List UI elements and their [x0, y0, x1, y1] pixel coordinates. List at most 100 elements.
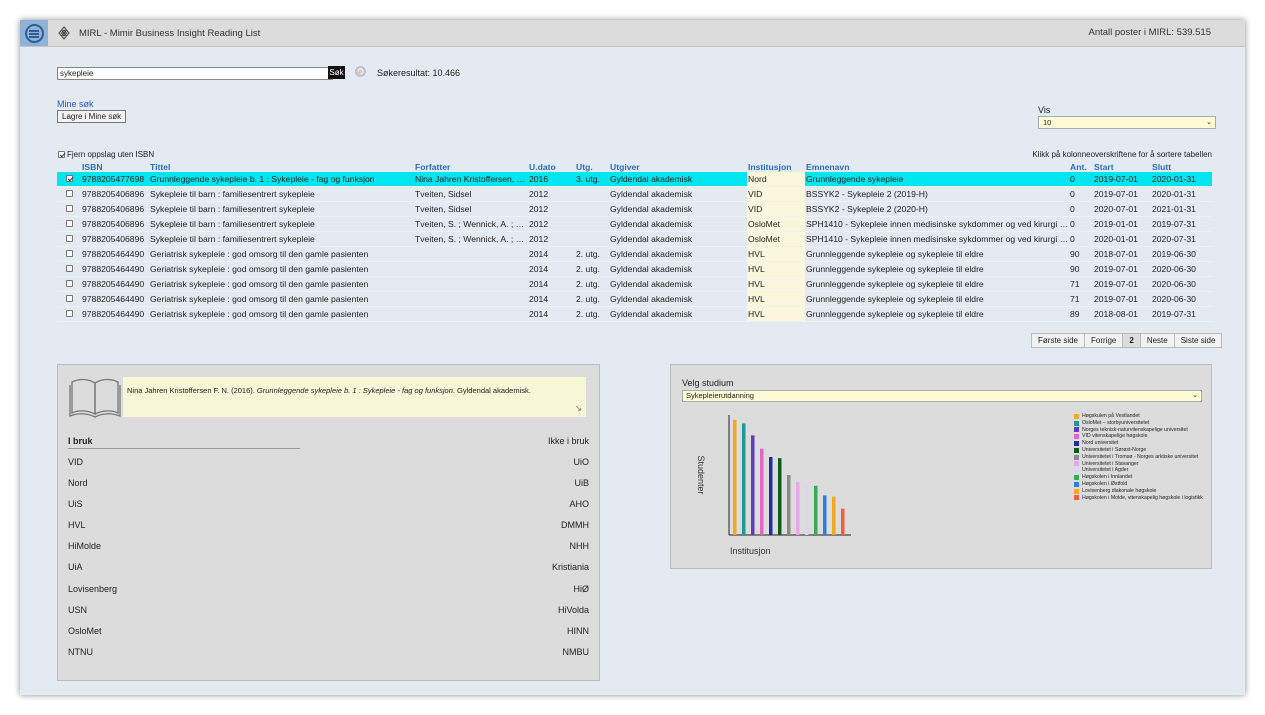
rows-per-page-select[interactable]: 10 ⌄: [1038, 116, 1216, 129]
table-row[interactable]: 9788205464490 Geriatrisk sykepleie : god …: [57, 306, 1212, 322]
legend-swatch: [1074, 481, 1079, 487]
next-page-button[interactable]: Neste: [1140, 334, 1175, 347]
chart-bar: [760, 448, 764, 535]
table-row[interactable]: 9788205406896 Sykepleie til barn : famili…: [57, 186, 1212, 202]
cell-institution: HVL: [747, 246, 805, 262]
chart-panel: Velg studium Sykepleierutdanning ⌄ Stude…: [670, 364, 1212, 569]
first-page-button[interactable]: Første side: [1032, 334, 1086, 347]
cell-date: 2014: [528, 246, 575, 262]
in-use-item: UiA: [68, 562, 83, 573]
col-date[interactable]: U.dato: [528, 161, 575, 172]
cell-end: 2020-06-30: [1151, 276, 1212, 292]
legend-item: Universitetet i Agder: [1074, 467, 1203, 474]
not-in-use-item: HiØ: [573, 583, 590, 594]
row-checkbox[interactable]: [66, 265, 73, 272]
search-input[interactable]: sykepleie: [57, 67, 333, 80]
table-row[interactable]: 9788205406896 Sykepleie til barn : famili…: [57, 231, 1212, 247]
cell-start: 2019-07-01: [1093, 291, 1151, 307]
in-use-heading: I bruk: [68, 436, 300, 449]
table-row[interactable]: 9788205464490 Geriatrisk sykepleie : god …: [57, 276, 1212, 292]
cell-date: 2012: [528, 186, 575, 202]
legend-item: Universitetet i Sørøst-Norge: [1074, 447, 1203, 454]
cell-start: 2019-07-01: [1093, 172, 1151, 187]
table-row[interactable]: 9788205464490 Geriatrisk sykepleie : god …: [57, 291, 1212, 307]
cell-count: 0: [1069, 216, 1093, 232]
col-author[interactable]: Forfatter: [414, 161, 528, 172]
row-checkbox[interactable]: [66, 220, 73, 227]
row-checkbox[interactable]: [66, 190, 73, 197]
table-row[interactable]: 9788205464490 Geriatrisk sykepleie : god …: [57, 261, 1212, 277]
row-checkbox[interactable]: [66, 280, 73, 287]
cell-author: [414, 246, 528, 262]
col-end[interactable]: Slutt: [1151, 161, 1212, 172]
table-row[interactable]: 9788205406896 Sykepleie til barn : famili…: [57, 201, 1212, 217]
not-in-use-item: UiO: [573, 457, 590, 467]
cell-start: 2018-07-01: [1093, 246, 1151, 262]
row-checkbox[interactable]: [66, 175, 73, 182]
col-edition[interactable]: Utg.: [575, 161, 609, 172]
legend-label: OsloMet – storbyuniversitetet: [1082, 419, 1150, 426]
refresh-icon[interactable]: [355, 66, 366, 77]
prev-page-button[interactable]: Forrige: [1085, 334, 1124, 347]
cell-course: SPH1410 - Sykepleie innen medisinske syk…: [805, 231, 1069, 247]
isbn-filter-checkbox[interactable]: Fjern oppslag uten ISBN: [58, 150, 154, 159]
col-publisher[interactable]: Utgiver: [609, 161, 747, 172]
legend-label: Universitetet i Agder: [1082, 467, 1129, 474]
col-count[interactable]: Ant.: [1069, 161, 1093, 172]
row-checkbox[interactable]: [66, 250, 73, 257]
cell-end: 2020-06-30: [1151, 291, 1212, 307]
sort-hint: Klikk på kolonneoverskriftene for å sort…: [1032, 150, 1212, 159]
cell-course: Grunnleggende sykepleie og sykepleie til…: [805, 261, 1069, 277]
col-institution[interactable]: Institusjon: [747, 161, 805, 172]
cell-author: Tveiten, S. ; Wennick, A. ; Ste...: [414, 216, 528, 232]
table-row[interactable]: 9788205406896 Sykepleie til barn : famili…: [57, 216, 1212, 232]
cell-end: 2019-07-31: [1151, 306, 1212, 322]
cell-start: 2019-01-01: [1093, 216, 1151, 232]
cell-count: 90: [1069, 261, 1093, 277]
menu-button[interactable]: [20, 20, 48, 46]
results-table: ISBN Tittel Forfatter U.dato Utg. Utgive…: [57, 161, 1212, 322]
cell-institution: OsloMet: [747, 231, 805, 247]
last-page-button[interactable]: Siste side: [1174, 334, 1222, 347]
cell-course: BSSYK2 - Sykepleie 2 (2019-H): [805, 186, 1069, 202]
cell-start: 2020-01-01: [1093, 231, 1151, 247]
table-row[interactable]: 9788205477698 Grunnleggende sykepleie b. …: [57, 172, 1212, 187]
row-checkbox[interactable]: [66, 295, 73, 302]
legend-swatch: [1074, 413, 1079, 419]
cell-edition: 2. utg.: [575, 291, 609, 307]
table-row[interactable]: 9788205464490 Geriatrisk sykepleie : god …: [57, 246, 1212, 262]
cell-course: Grunnleggende sykepleie og sykepleie til…: [805, 291, 1069, 307]
cell-start: 2020-07-01: [1093, 201, 1151, 217]
cell-date: 2014: [528, 306, 575, 322]
cell-edition: [575, 216, 609, 232]
legend-swatch: [1074, 495, 1079, 501]
col-course[interactable]: Emnenavn: [805, 161, 1069, 172]
my-searches-link[interactable]: Mine søk: [57, 99, 94, 109]
in-use-item: HiMolde: [68, 541, 102, 552]
cell-title: Sykepleie til barn : familiesentrert syk…: [149, 201, 414, 217]
search-button[interactable]: Søk: [328, 66, 345, 79]
legend-swatch: [1074, 461, 1079, 467]
not-in-use-heading: Ikke i bruk: [547, 436, 589, 446]
legend-swatch: [1074, 447, 1079, 453]
col-start[interactable]: Start: [1093, 161, 1151, 172]
row-checkbox[interactable]: [66, 235, 73, 242]
cell-isbn: 9788205406896: [81, 216, 149, 232]
col-isbn[interactable]: ISBN: [81, 161, 149, 172]
in-use-list: VID Nord UiS HVL HiMolde UiA Lovisenberg USN Osl…: [68, 457, 117, 668]
row-checkbox[interactable]: [66, 310, 73, 317]
save-search-button[interactable]: Lagre i Mine søk: [57, 110, 127, 123]
cell-course: BSSYK2 - Sykepleie 2 (2020-H): [805, 201, 1069, 217]
cell-title: Geriatrisk sykepleie : god omsorg til de…: [149, 261, 414, 277]
col-title[interactable]: Tittel: [149, 161, 414, 172]
cell-isbn: 9788205464490: [81, 276, 149, 292]
checkbox-icon[interactable]: [58, 151, 65, 158]
in-use-item: UiS: [68, 499, 83, 510]
expand-icon[interactable]: ↘: [574, 403, 582, 414]
legend-label: Høgskolen i Østfold: [1082, 480, 1128, 487]
not-in-use-item: DMMH: [561, 520, 589, 531]
chart-bar: [733, 419, 737, 535]
current-page[interactable]: 2: [1123, 334, 1141, 347]
row-checkbox[interactable]: [66, 205, 73, 212]
y-axis-label: Studenter: [696, 455, 706, 494]
